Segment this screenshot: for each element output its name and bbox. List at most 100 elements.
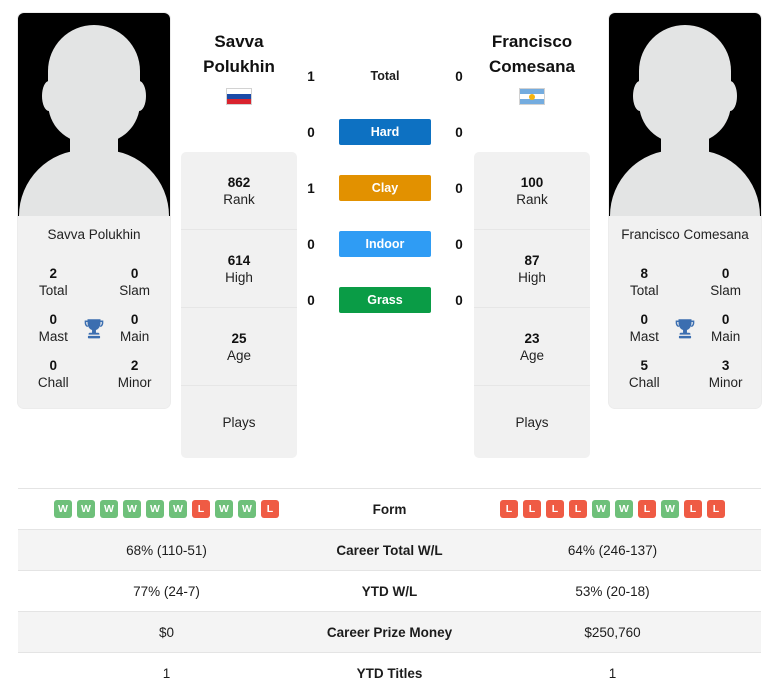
titles-mast-left-label: Mast [38, 329, 68, 344]
player-left-rank: 862 Rank [181, 152, 297, 230]
row-label-career-total-wl: Career Total W/L [315, 529, 464, 571]
trophy-icon [670, 316, 701, 342]
player-right-plays-label: Plays [515, 414, 549, 430]
form-badge-win[interactable]: W [146, 500, 164, 518]
h2h-total-right-score: 0 [455, 68, 463, 84]
form-badge-loss[interactable]: L [684, 500, 702, 518]
player-left-first-name: Savva [214, 32, 264, 51]
form-badge-win[interactable]: W [215, 500, 233, 518]
form-badge-win[interactable]: W [123, 500, 141, 518]
ytd-titles-left: 1 [162, 665, 171, 681]
form-badge-loss[interactable]: L [192, 500, 210, 518]
titles-row-total-slam-left: 2 Total 0 Slam [28, 260, 160, 306]
player-right-age: 23 Age [474, 308, 590, 386]
player-right-high: 87 High [474, 230, 590, 308]
player-right-stat-stack: 100 Rank 87 High 23 Age Plays [474, 152, 590, 458]
table-row-career-prize-money: $0 Career Prize Money $250,760 [18, 611, 761, 653]
player-right-last-name: Comesana [489, 56, 575, 76]
h2h-row-clay: 1 Clay 0 [300, 174, 470, 202]
titles-main-left-label: Main [120, 329, 150, 344]
h2h-hard-badge[interactable]: Hard [339, 119, 431, 145]
h2h-clay-right-score: 0 [455, 180, 463, 196]
h2h-indoor-badge[interactable]: Indoor [339, 231, 431, 257]
player-right-rank-value: 100 [520, 174, 544, 190]
h2h-indoor-right-score: 0 [455, 236, 463, 252]
h2h-row-indoor: 0 Indoor 0 [300, 230, 470, 258]
player-right-first-name: Francisco [491, 32, 573, 51]
titles-minor-right-value: 3 [721, 358, 730, 374]
titles-chall-left: 0 Chall [28, 358, 79, 392]
titles-row-mast-main-right: 0 Mast 0 Main [619, 306, 751, 352]
career-prize-money-left: $0 [18, 611, 315, 653]
player-left-age: 25 Age [181, 308, 297, 386]
row-label-form: Form [372, 501, 407, 517]
player-card-left[interactable]: Savva Polukhin 2 Total 0 Slam 0 Mast 0 M… [18, 13, 170, 408]
titles-main-right-value: 0 [721, 312, 730, 328]
player-card-left-name: Savva Polukhin [18, 216, 170, 254]
player-left-identity[interactable]: Savva Polukhin [180, 30, 298, 106]
titles-minor-left-value: 2 [130, 358, 139, 374]
trophy-icon [79, 316, 110, 342]
titles-main-left: 0 Main [109, 312, 160, 346]
player-left-rank-value: 862 [227, 174, 251, 190]
player-card-right[interactable]: Francisco Comesana 8 Total 0 Slam 0 Mast [609, 13, 761, 408]
row-label-ytd-titles: YTD Titles [356, 665, 423, 681]
row-label-ytd-wl: YTD W/L [361, 583, 418, 599]
h2h-grass-badge[interactable]: Grass [339, 287, 431, 313]
form-right-cell: LLLLWWLWLL [464, 489, 761, 530]
form-badge-win[interactable]: W [100, 500, 118, 518]
form-badge-loss[interactable]: L [546, 500, 564, 518]
form-badge-win[interactable]: W [169, 500, 187, 518]
player-left-age-label: Age [226, 347, 252, 363]
titles-mast-left: 0 Mast [28, 312, 79, 346]
form-badge-loss[interactable]: L [523, 500, 541, 518]
comparison-table: WWWWWWLWWL Form LLLLWWLWLL 68% (110-51) … [18, 488, 761, 694]
titles-slam-left-value: 0 [130, 266, 139, 282]
titles-mast-left-value: 0 [49, 312, 58, 328]
titles-total-left-label: Total [39, 283, 68, 298]
h2h-total-label: Total [370, 69, 400, 83]
flag-argentina-icon [519, 88, 545, 106]
player-right-high-label: High [518, 269, 546, 285]
form-badge-win[interactable]: W [661, 500, 679, 518]
h2h-clay-badge[interactable]: Clay [339, 175, 431, 201]
ytd-wl-left: 77% (24-7) [133, 583, 200, 599]
h2h-hard-left-score: 0 [307, 124, 315, 140]
row-label-career-prize-money: Career Prize Money [315, 611, 464, 653]
form-badge-loss[interactable]: L [707, 500, 725, 518]
form-badge-win[interactable]: W [77, 500, 95, 518]
titles-chall-right-label: Chall [628, 375, 660, 390]
form-badge-loss[interactable]: L [569, 500, 587, 518]
titles-total-left-value: 2 [49, 266, 58, 282]
titles-slam-left: 0 Slam [109, 266, 160, 300]
titles-slam-right: 0 Slam [700, 266, 751, 300]
player-comparison-header: Savva Polukhin 2 Total 0 Slam 0 Mast 0 M… [0, 0, 779, 478]
titles-minor-right-label: Minor [708, 375, 743, 390]
player-left-stat-stack: 862 Rank 614 High 25 Age Plays [181, 152, 297, 458]
career-total-wl-left: 68% (110-51) [18, 529, 315, 571]
titles-row-mast-main-left: 0 Mast 0 Main [28, 306, 160, 352]
form-strip-left: WWWWWWLWWL [18, 500, 315, 518]
form-badge-win[interactable]: W [238, 500, 256, 518]
form-badge-loss[interactable]: L [500, 500, 518, 518]
player-right-identity[interactable]: Francisco Comesana [473, 30, 591, 106]
h2h-indoor-left-score: 0 [307, 236, 315, 252]
player-right-rank-label: Rank [516, 191, 548, 207]
player-left-last-name: Polukhin [203, 56, 275, 76]
avatar-placeholder-icon [18, 13, 170, 216]
player-card-right-name: Francisco Comesana [609, 216, 761, 254]
titles-chall-left-value: 0 [49, 358, 58, 374]
form-badge-win[interactable]: W [54, 500, 72, 518]
form-badge-win[interactable]: W [592, 500, 610, 518]
form-badge-win[interactable]: W [615, 500, 633, 518]
form-badge-loss[interactable]: L [261, 500, 279, 518]
h2h-grass-right-score: 0 [455, 292, 463, 308]
form-badge-loss[interactable]: L [638, 500, 656, 518]
player-right-age-label: Age [519, 347, 545, 363]
player-left-plays: Plays [181, 386, 297, 458]
h2h-grass-left-score: 0 [307, 292, 315, 308]
flag-russia-icon [226, 88, 252, 106]
table-row-form: WWWWWWLWWL Form LLLLWWLWLL [18, 488, 761, 530]
titles-minor-left: 2 Minor [109, 358, 160, 392]
player-right-rank: 100 Rank [474, 152, 590, 230]
